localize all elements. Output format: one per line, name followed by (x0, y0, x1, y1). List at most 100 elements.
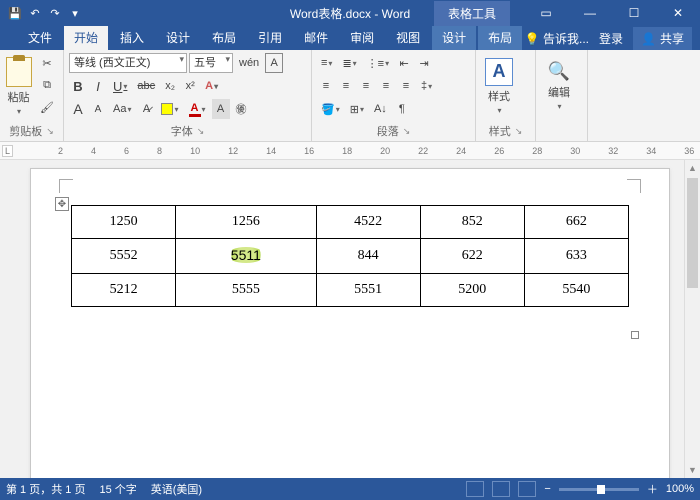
table-cell[interactable]: 5212 (72, 274, 176, 307)
tab-table-layout[interactable]: 布局 (478, 25, 522, 50)
font-color-button[interactable]: A▾ (185, 99, 210, 119)
share-button[interactable]: 👤 共享 (633, 27, 692, 50)
document-area[interactable]: ✥ 12501256452285266255525511844622633521… (0, 160, 700, 478)
font-size-select[interactable]: 五号 (189, 53, 233, 73)
tell-me[interactable]: 💡 告诉我... (525, 30, 589, 47)
font-family-select[interactable]: 等线 (西文正文) (69, 53, 187, 73)
tab-home[interactable]: 开始 (64, 25, 108, 50)
bold-button[interactable]: B (69, 76, 87, 96)
bullets-button[interactable]: ≡▾ (317, 53, 336, 73)
vertical-scroll-thumb[interactable] (687, 178, 698, 288)
tab-file[interactable]: 文件 (18, 25, 62, 50)
pinyin-guide-button[interactable]: wén (235, 53, 263, 73)
sort-button[interactable]: A↓ (370, 99, 391, 119)
numbering-button[interactable]: ≣▾ (338, 53, 360, 73)
print-layout-button[interactable] (492, 481, 510, 497)
qat-customize[interactable]: ▾ (66, 4, 84, 22)
table-row[interactable]: 52125555555152005540 (72, 274, 629, 307)
table-cell[interactable]: 5552 (72, 239, 176, 274)
tab-layout[interactable]: 布局 (202, 25, 246, 50)
paragraph-dialog-launcher[interactable]: ↘ (403, 126, 411, 137)
subscript-button[interactable]: x₂ (161, 76, 179, 96)
table-cell[interactable]: 662 (524, 206, 628, 239)
multilevel-button[interactable]: ⋮≡▾ (363, 53, 393, 73)
ruler[interactable]: L 24681012141618202224262830323436384042 (0, 142, 700, 160)
zoom-slider[interactable] (559, 488, 639, 491)
tab-insert[interactable]: 插入 (110, 25, 154, 50)
page-count[interactable]: 第 1 页，共 1 页 (6, 481, 85, 497)
table-row[interactable]: 125012564522852662 (72, 206, 629, 239)
align-left-button[interactable]: ≡ (317, 76, 335, 96)
cut-button[interactable]: ✂ (36, 53, 58, 73)
web-layout-button[interactable] (518, 481, 536, 497)
tab-mailings[interactable]: 邮件 (294, 25, 338, 50)
qat-redo[interactable]: ↷ (46, 4, 64, 22)
enclose-char-button[interactable]: ㊝ (232, 99, 251, 119)
clipboard-dialog-launcher[interactable]: ↘ (46, 126, 54, 137)
align-center-button[interactable]: ≡ (337, 76, 355, 96)
table-cell[interactable]: 5555 (176, 274, 316, 307)
data-table[interactable]: 1250125645228526625552551184462263352125… (71, 205, 629, 307)
table-cell[interactable]: 844 (316, 239, 420, 274)
char-border-button[interactable]: A (265, 53, 283, 73)
tab-design[interactable]: 设计 (156, 25, 200, 50)
highlight-button[interactable]: ▾ (157, 99, 182, 119)
distributed-button[interactable]: ≡ (397, 76, 415, 96)
table-row[interactable]: 55525511844622633 (72, 239, 629, 274)
zoom-out-button[interactable]: − (544, 483, 550, 495)
strikethrough-button[interactable]: abc (133, 76, 159, 96)
tab-view[interactable]: 视图 (386, 25, 430, 50)
ribbon-options-icon[interactable]: ▭ (524, 0, 568, 26)
table-move-handle[interactable]: ✥ (55, 197, 69, 211)
tab-review[interactable]: 审阅 (340, 25, 384, 50)
editing-button[interactable]: 🔍 编辑▾ (541, 53, 577, 119)
table-cell[interactable]: 1250 (72, 206, 176, 239)
table-cell[interactable]: 622 (420, 239, 524, 274)
align-right-button[interactable]: ≡ (357, 76, 375, 96)
grow-font-button[interactable]: A (69, 99, 87, 119)
shrink-font-button[interactable]: A (89, 99, 107, 119)
table-cell[interactable]: 5551 (316, 274, 420, 307)
tab-table-design[interactable]: 设计 (432, 25, 476, 50)
format-painter-button[interactable]: 🖌 (36, 97, 58, 117)
vertical-scrollbar[interactable]: ▲ ▼ (684, 160, 700, 478)
qat-undo[interactable]: ↶ (26, 4, 44, 22)
font-dialog-launcher[interactable]: ↘ (197, 126, 205, 137)
justify-button[interactable]: ≡ (377, 76, 395, 96)
scroll-down-icon[interactable]: ▼ (685, 462, 700, 478)
char-shading-button[interactable]: A (212, 99, 230, 119)
close-button[interactable]: ✕ (656, 0, 700, 26)
paste-button[interactable]: 粘贴▾ (5, 53, 32, 119)
zoom-level[interactable]: 100% (666, 483, 694, 495)
maximize-button[interactable]: ☐ (612, 0, 656, 26)
table-cell[interactable]: 4522 (316, 206, 420, 239)
clear-format-button[interactable]: A̷ (137, 99, 155, 119)
copy-button[interactable]: ⧉ (36, 75, 58, 95)
table-cell[interactable]: 5511 (176, 239, 316, 274)
table-resize-handle[interactable] (631, 331, 639, 339)
tab-selector[interactable]: L (2, 145, 13, 157)
table-cell[interactable]: 5200 (420, 274, 524, 307)
text-effects-button[interactable]: A▾ (201, 76, 222, 96)
table-cell[interactable]: 633 (524, 239, 628, 274)
superscript-button[interactable]: x² (181, 76, 199, 96)
login-link[interactable]: 登录 (599, 30, 623, 47)
table-cell[interactable]: 5540 (524, 274, 628, 307)
borders-button[interactable]: ⊞▾ (346, 99, 368, 119)
underline-button[interactable]: U▾ (109, 76, 131, 96)
increase-indent-button[interactable]: ⇥ (415, 53, 433, 73)
read-mode-button[interactable] (466, 481, 484, 497)
qat-save[interactable]: 💾 (6, 4, 24, 22)
italic-button[interactable]: I (89, 76, 107, 96)
table-cell[interactable]: 852 (420, 206, 524, 239)
scroll-up-icon[interactable]: ▲ (685, 160, 700, 176)
tab-references[interactable]: 引用 (248, 25, 292, 50)
show-marks-button[interactable]: ¶ (393, 99, 411, 119)
language-status[interactable]: 英语(美国) (151, 481, 202, 497)
minimize-button[interactable]: — (568, 0, 612, 26)
change-case-button[interactable]: Aa▾ (109, 99, 135, 119)
table-cell[interactable]: 1256 (176, 206, 316, 239)
line-spacing-button[interactable]: ‡▾ (417, 76, 436, 96)
shading-button[interactable]: 🪣▾ (317, 99, 344, 119)
decrease-indent-button[interactable]: ⇤ (395, 53, 413, 73)
